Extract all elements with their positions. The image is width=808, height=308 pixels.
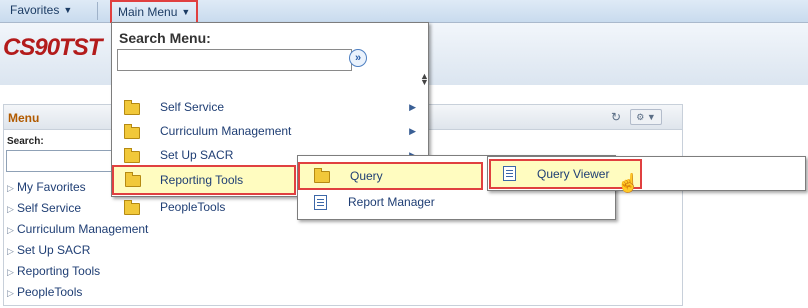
tree-item-label: PeopleTools [17,285,83,299]
tree-item[interactable]: ▷ Set Up SACR [7,241,148,262]
sort-icon[interactable]: ▲ ▼ [420,72,429,87]
chevron-down-icon: ▼ [63,5,73,15]
menu-item-label: Curriculum Management [160,124,292,138]
submenu-arrow-icon: ▶ [409,102,416,112]
menu-item-reporting-tools[interactable]: Reporting Tools [112,165,296,195]
nav-divider [97,2,98,20]
tree-item[interactable]: ▷ Reporting Tools [7,262,148,283]
tree-item-label: My Favorites [17,180,86,194]
search-menu-title: Search Menu: [119,30,211,46]
pagelet-title: Menu [8,111,40,125]
folder-icon [124,124,140,139]
tree-item[interactable]: ▷ Curriculum Management [7,220,148,241]
pagelet-search-input[interactable] [6,150,128,172]
menu-item-label: Set Up SACR [160,148,234,162]
expand-arrow-icon: ▷ [7,183,14,193]
expand-arrow-icon: ▷ [7,204,14,214]
folder-icon [124,148,140,163]
chevron-down-icon: ▼ [181,7,191,17]
tree-item-label: Set Up SACR [17,243,91,257]
menu-item-query[interactable]: Query [298,162,483,190]
expand-arrow-icon: ▷ [7,288,14,298]
tree-item-label: Reporting Tools [17,264,101,278]
menu-item-label: Query Viewer [537,167,610,181]
expand-arrow-icon: ▷ [7,267,14,277]
main-menu-label: Main Menu [118,5,178,19]
refresh-icon[interactable]: ↻ [611,110,621,124]
expand-arrow-icon: ▷ [7,225,14,235]
folder-icon [125,172,141,187]
folder-icon [314,168,330,183]
menu-item-label: Query [350,169,383,183]
favorites-label: Favorites [10,3,60,17]
expand-arrow-icon: ▷ [7,246,14,256]
menu-item-curriculum-management[interactable]: Curriculum Management ▶ [112,119,426,143]
query-submenu: Query Viewer [487,156,806,191]
menu-item-label: Reporting Tools [160,173,244,187]
top-nav-bar: Favorites ▼ Main Menu ▼ [0,0,808,24]
document-icon [314,195,327,210]
brand-logo: CS90TST [3,34,102,61]
menu-item-label: Report Manager [348,195,435,209]
gear-icon[interactable]: ⚙ ▼ [630,109,662,125]
search-go-icon[interactable]: » [349,49,367,67]
submenu-arrow-icon: ▶ [409,126,416,136]
main-menu-button[interactable]: Main Menu ▼ [110,0,199,24]
hand-pointer-icon: ☝ [617,173,640,193]
document-icon [503,166,516,181]
pagelet-search-label: Search: [7,136,44,147]
folder-icon [124,100,140,115]
folder-icon [124,200,140,215]
search-menu-input[interactable] [117,49,352,71]
favorites-menu[interactable]: Favorites ▼ [10,0,72,22]
tree-item-label: Curriculum Management [17,222,149,236]
menu-item-report-manager[interactable]: Report Manager [298,190,614,214]
menu-item-label: Self Service [160,100,225,114]
tree-item-label: Self Service [17,201,82,215]
menu-item-self-service[interactable]: Self Service ▶ [112,95,426,119]
tree-item[interactable]: ▷ PeopleTools [7,283,148,304]
menu-item-label: PeopleTools [160,200,226,214]
